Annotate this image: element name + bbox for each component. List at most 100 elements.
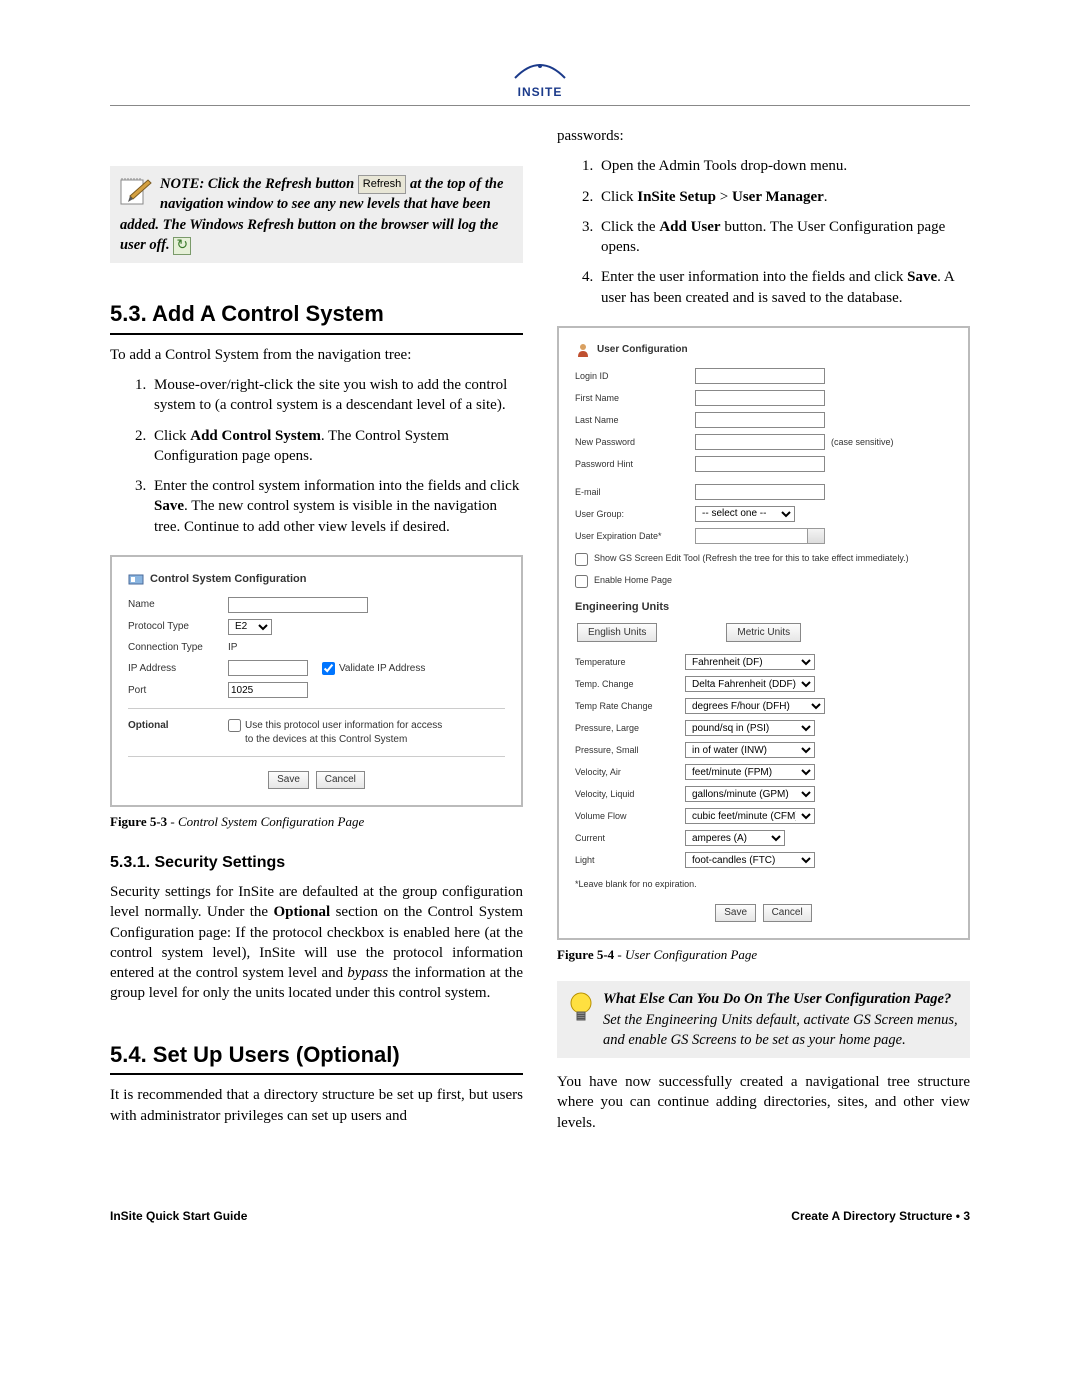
label: Pressure, Large — [575, 722, 685, 734]
sec53-intro: To add a Control System from the navigat… — [110, 345, 523, 365]
label: E-mail — [575, 486, 695, 498]
show-gs-label: Show GS Screen Edit Tool (Refresh the tr… — [594, 552, 909, 564]
label: Temp Rate Change — [575, 700, 685, 712]
list-item: Click InSite Setup > User Manager. — [597, 187, 970, 207]
enable-home-checkbox[interactable] — [575, 575, 588, 588]
list-item: Open the Admin Tools drop-down menu. — [597, 156, 970, 176]
left-column: NOTE: Click the Refresh button Refresh a… — [110, 126, 523, 1143]
expiration-date-picker[interactable] — [695, 528, 825, 544]
label: Port — [128, 684, 228, 698]
refresh-green-icon[interactable] — [173, 237, 191, 255]
notepad-pencil-icon — [120, 176, 154, 206]
footer-right: Create A Directory Structure • 3 — [791, 1209, 970, 1223]
closing-paragraph: You have now successfully created a navi… — [557, 1072, 970, 1133]
list-item: Enter the user information into the fiel… — [597, 267, 970, 308]
label: Velocity, Liquid — [575, 788, 685, 800]
cancel-button[interactable]: Cancel — [763, 904, 812, 922]
last-name-field[interactable] — [695, 412, 825, 428]
sec531-body: Security settings for InSite are default… — [110, 882, 523, 1004]
tip-bold: What Else Can You Do On The User Configu… — [603, 991, 951, 1007]
refresh-button[interactable]: Refresh — [358, 175, 407, 194]
optional-protocol-checkbox[interactable] — [228, 719, 241, 732]
port-field[interactable] — [228, 682, 308, 698]
header-rule: INSITE — [110, 60, 970, 106]
heading-5-4: 5.4. Set Up Users (Optional) — [110, 1040, 523, 1076]
case-sensitive-note: (case sensitive) — [831, 436, 894, 448]
tip-rest: Set the Engineering Units default, activ… — [603, 1012, 958, 1048]
optional-text: Use this protocol user information for a… — [245, 719, 445, 746]
protocol-type-select[interactable]: E2 — [228, 619, 272, 635]
new-password-field[interactable] — [695, 434, 825, 450]
fig53-title: Control System Configuration — [150, 572, 306, 587]
email-field[interactable] — [695, 484, 825, 500]
page-footer: InSite Quick Start Guide Create A Direct… — [110, 1203, 970, 1223]
note-callout: NOTE: Click the Refresh button Refresh a… — [110, 166, 523, 263]
user-group-select[interactable]: -- select one -- — [695, 506, 795, 522]
label: Temperature — [575, 656, 685, 668]
pressure-small-select[interactable]: in of water (INW) — [685, 742, 815, 758]
cancel-button[interactable]: Cancel — [316, 771, 365, 789]
footer-left: InSite Quick Start Guide — [110, 1209, 247, 1223]
velocity-air-select[interactable]: feet/minute (FPM) — [685, 764, 815, 780]
pressure-large-select[interactable]: pound/sq in (PSI) — [685, 720, 815, 736]
logo-arc-icon — [511, 60, 569, 80]
tip-callout: What Else Can You Do On The User Configu… — [557, 981, 970, 1058]
save-button[interactable]: Save — [715, 904, 756, 922]
note-prefix: NOTE: Click the Refresh button — [160, 176, 358, 192]
connection-type-value: IP — [228, 641, 237, 655]
fig53-caption: Figure 5-3 - Control System Configuratio… — [110, 813, 523, 831]
passwords-line: passwords: — [557, 126, 970, 146]
label: Password Hint — [575, 458, 695, 470]
label: User Group: — [575, 508, 695, 520]
lightbulb-icon — [567, 991, 595, 1029]
label: New Password — [575, 436, 695, 448]
show-gs-checkbox[interactable] — [575, 553, 588, 566]
first-name-field[interactable] — [695, 390, 825, 406]
logo-text: INSITE — [511, 85, 569, 99]
label: Connection Type — [128, 641, 228, 655]
velocity-liquid-select[interactable]: gallons/minute (GPM) — [685, 786, 815, 802]
validate-ip-label: Validate IP Address — [339, 662, 425, 676]
label: User Expiration Date* — [575, 530, 695, 542]
label: Login ID — [575, 370, 695, 382]
name-field[interactable] — [228, 597, 368, 613]
label: Volume Flow — [575, 810, 685, 822]
label: Protocol Type — [128, 620, 228, 634]
logo: INSITE — [505, 60, 575, 99]
right-column: passwords: Open the Admin Tools drop-dow… — [557, 126, 970, 1143]
list-item: Click the Add User button. The User Conf… — [597, 217, 970, 258]
label: Light — [575, 854, 685, 866]
figure-5-3: Control System Configuration Name Protoc… — [110, 555, 523, 807]
fig54-caption: Figure 5-4 - User Configuration Page — [557, 946, 970, 964]
light-select[interactable]: foot-candles (FTC) — [685, 852, 815, 868]
english-units-button[interactable]: English Units — [577, 623, 657, 643]
list-item: Enter the control system information int… — [150, 476, 523, 537]
label: First Name — [575, 392, 695, 404]
save-button[interactable]: Save — [268, 771, 309, 789]
list-item: Mouse-over/right-click the site you wish… — [150, 375, 523, 416]
password-hint-field[interactable] — [695, 456, 825, 472]
controller-icon — [128, 571, 144, 587]
login-id-field[interactable] — [695, 368, 825, 384]
label: Pressure, Small — [575, 744, 685, 756]
temp-change-select[interactable]: Delta Fahrenheit (DDF) — [685, 676, 815, 692]
metric-units-button[interactable]: Metric Units — [726, 623, 801, 643]
ip-address-field[interactable] — [228, 660, 308, 676]
label: Current — [575, 832, 685, 844]
temperature-select[interactable]: Fahrenheit (DF) — [685, 654, 815, 670]
user-icon — [575, 342, 591, 358]
optional-label: Optional — [128, 719, 228, 733]
heading-5-3: 5.3. Add A Control System — [110, 299, 523, 335]
list-item: Click Add Control System. The Control Sy… — [150, 426, 523, 467]
figure-5-4: User Configuration Login ID First Name L… — [557, 326, 970, 940]
volume-flow-select[interactable]: cubic feet/minute (CFM) — [685, 808, 815, 824]
label: IP Address — [128, 662, 228, 676]
sec54-intro: It is recommended that a directory struc… — [110, 1085, 523, 1126]
heading-5-3-1: 5.3.1. Security Settings — [110, 852, 523, 874]
current-select[interactable]: amperes (A) — [685, 830, 785, 846]
fig54-title: User Configuration — [597, 343, 688, 357]
label: Name — [128, 598, 228, 612]
temp-rate-select[interactable]: degrees F/hour (DFH) — [685, 698, 825, 714]
label: Temp. Change — [575, 678, 685, 690]
validate-ip-checkbox[interactable] — [322, 662, 335, 675]
